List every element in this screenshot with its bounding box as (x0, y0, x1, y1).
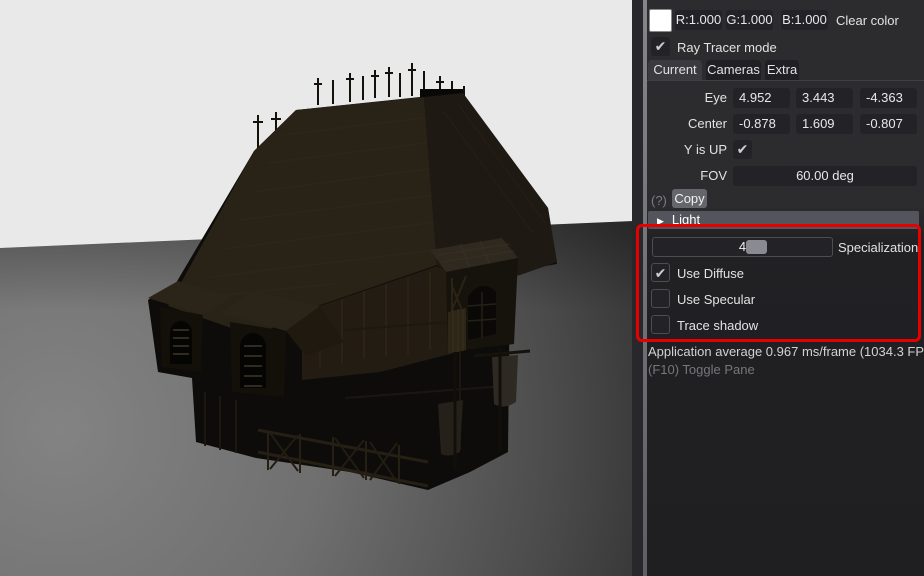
ray-tracer-label: Ray Tracer mode (677, 40, 777, 56)
copy-button[interactable]: Copy (672, 189, 707, 208)
blue-value-button[interactable]: B:1.000 (781, 10, 828, 30)
clear-color-label: Clear color (836, 13, 899, 29)
dormer-window (240, 333, 266, 388)
red-value-button[interactable]: R:1.000 (675, 10, 722, 30)
eye-x-input[interactable]: 4.952 (733, 88, 790, 108)
color-swatch-button[interactable] (649, 9, 672, 32)
eye-z-input[interactable]: -4.363 (860, 88, 917, 108)
green-value-button[interactable]: G:1.000 (726, 10, 773, 30)
y-is-up-checkbox[interactable]: ✔ (733, 140, 752, 159)
tab-current[interactable]: Current (648, 60, 702, 80)
hanging-sign (438, 400, 463, 456)
annotation-rectangle (636, 224, 921, 342)
ray-tracer-checkbox[interactable]: ✔ (651, 37, 670, 56)
fov-slider[interactable]: 60.00 deg (733, 166, 917, 186)
toggle-pane-hint: (F10) Toggle Pane (648, 362, 755, 377)
center-label: Center (647, 114, 727, 134)
center-z-input[interactable]: -0.807 (860, 114, 917, 134)
fov-label: FOV (647, 166, 727, 186)
fps-stats-text: Application average 0.967 ms/frame (1034… (648, 344, 924, 359)
dormer-window (170, 321, 192, 364)
eye-label: Eye (647, 88, 727, 108)
center-x-input[interactable]: -0.878 (733, 114, 790, 134)
help-marker: (?) (651, 191, 667, 210)
hanging-sign (492, 355, 518, 407)
y-is-up-label: Y is UP (647, 140, 727, 160)
viewport-3d[interactable] (0, 0, 634, 576)
tab-cameras[interactable]: Cameras (706, 60, 761, 80)
eye-y-input[interactable]: 3.443 (796, 88, 853, 108)
application-window: R:1.000 G:1.000 B:1.000 Clear color ✔ Ra… (0, 0, 924, 576)
tab-extra[interactable]: Extra (765, 60, 799, 80)
center-y-input[interactable]: 1.609 (796, 114, 853, 134)
tab-separator (647, 80, 924, 81)
